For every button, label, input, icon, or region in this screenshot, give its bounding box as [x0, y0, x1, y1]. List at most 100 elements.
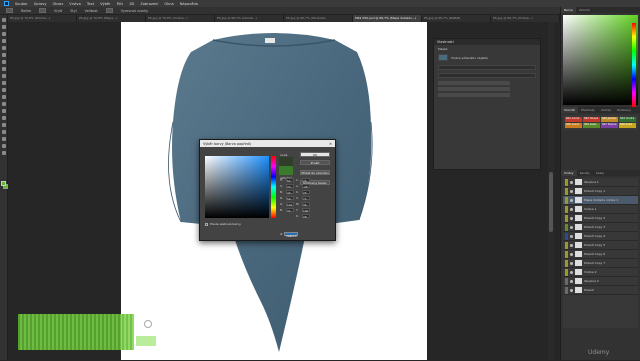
stamp-tool-icon[interactable] [2, 74, 6, 78]
swatch-item[interactable]: S06 zelen [583, 123, 600, 128]
marquee-tool-icon[interactable] [2, 25, 6, 29]
hue-slider[interactable] [632, 23, 636, 107]
ok-button[interactable]: OK [300, 152, 330, 157]
eyedropper-tool-icon[interactable] [2, 53, 6, 57]
menu-item-3d[interactable]: 3D [129, 2, 134, 6]
color-field-input[interactable]: 28 [302, 214, 310, 219]
eye-icon[interactable] [570, 180, 573, 184]
tab-swatches[interactable]: Vzorník [576, 7, 593, 13]
tab-document-1[interactable]: PS Jpg @ 70,8% (Poloha...) [8, 15, 77, 22]
color-field-input[interactable]: 32 [286, 208, 294, 213]
tab-color[interactable]: Barva [561, 7, 576, 13]
history-brush-tool-icon[interactable] [2, 81, 6, 85]
eye-icon[interactable] [570, 207, 573, 211]
zoom-tool-icon[interactable] [2, 151, 6, 155]
swatch-item[interactable]: S05 oranž [565, 123, 582, 128]
hex-input[interactable]: 3a6620 [284, 232, 298, 238]
tab-document-5[interactable]: PS Jpg @ 66,7% (Obrázek) [284, 15, 353, 22]
tab-patterns[interactable]: Vzorky [598, 107, 614, 113]
tab-document-8[interactable]: PS Jpg @ 66,7% (Vrstva...) [491, 15, 560, 22]
menu-item-vyber[interactable]: Výběr [100, 2, 110, 6]
option-opacity[interactable]: Krytí [54, 9, 62, 13]
tab-document-active[interactable]: MK1 050.psd @ 66,7% (Mapa dokladu...) [353, 15, 422, 22]
color-field-input[interactable]: 26 [302, 178, 310, 183]
path-selection-tool-icon[interactable] [2, 130, 6, 134]
swatch-item[interactable]: S03 jemná [601, 117, 618, 122]
layer-row[interactable]: Pozadí Copy 1 [563, 187, 638, 196]
layer-row[interactable]: Vrstva 1 [563, 205, 638, 214]
layer-row[interactable]: Pozadí Copy 2 [563, 214, 638, 223]
web-colors-checkbox[interactable] [205, 222, 208, 226]
layer-row[interactable]: Mapa dokladu vrstva 1 [563, 196, 638, 205]
option-sample-checkbox[interactable] [105, 8, 113, 13]
eye-icon[interactable] [570, 261, 573, 265]
layer-row[interactable]: Pozadí Copy 6 [563, 250, 638, 259]
color-field-input[interactable]: 102 [286, 202, 294, 207]
color-field-input[interactable]: 52 [286, 178, 294, 183]
menu-item-zobrazeni[interactable]: Zobrazení [140, 2, 158, 6]
layer-row[interactable]: Skupina 2 [563, 277, 638, 286]
menu-item-napoveda[interactable]: Nápověda [180, 2, 198, 6]
menu-item-obraz[interactable]: Obraz [53, 2, 64, 6]
eraser-tool-icon[interactable] [2, 88, 6, 92]
hand-tool-icon[interactable] [2, 144, 6, 148]
eye-icon[interactable] [570, 243, 573, 247]
cancel-button[interactable]: Zrušit [300, 160, 330, 165]
blur-tool-icon[interactable] [2, 102, 6, 106]
tab-swatch-library[interactable]: Vzorník [561, 107, 579, 113]
dialog-close-icon[interactable]: ✕ [329, 142, 332, 146]
layer-row[interactable]: Pozadí Copy 5 [563, 241, 638, 250]
eye-icon[interactable] [570, 216, 573, 220]
swatch-item[interactable]: S04 modrá [619, 117, 636, 122]
dialog-hue-slider[interactable] [271, 156, 276, 218]
option-mode-select[interactable] [39, 8, 47, 13]
layer-row[interactable]: Skupina 1 [563, 178, 638, 187]
layer-row[interactable]: Pozadí Copy 7 [563, 259, 638, 268]
menu-item-upravy[interactable]: Úpravy [34, 2, 47, 6]
option-mode[interactable]: Režim [21, 9, 31, 13]
color-field-input[interactable]: 70 [286, 184, 294, 189]
layer-row[interactable]: Pozadí Copy 4 [563, 232, 638, 241]
color-field-input[interactable]: 100 [302, 208, 310, 213]
eye-icon[interactable] [570, 252, 573, 256]
layer-row[interactable]: Pozadí [563, 286, 638, 295]
layer-row[interactable]: Pozadí Copy 3 [563, 223, 638, 232]
properties-row-1[interactable] [438, 65, 536, 70]
tab-document-2[interactable]: PS Jpg @ 70,8% (Mapa...) [77, 15, 146, 22]
magic-wand-tool-icon[interactable] [2, 39, 6, 43]
color-field-input[interactable]: 40 [286, 190, 294, 195]
tab-libraries[interactable]: Knihovny [614, 107, 634, 113]
layer-row[interactable]: Vrstva 2 [563, 268, 638, 277]
scrollbar-thumb[interactable] [549, 172, 553, 232]
eye-icon[interactable] [570, 189, 573, 193]
tab-document-7[interactable]: PS Jpg @ 66,7% (RGB/8) [422, 15, 491, 22]
swatch-item[interactable]: S08 žlutá [619, 123, 636, 128]
option-align-samples[interactable]: Vyrovnat vzorky [121, 9, 148, 13]
menu-item-vrstva[interactable]: Vrstva [69, 2, 81, 6]
web-colors-option[interactable]: Pouze webové barvy [205, 222, 241, 226]
swatch-item[interactable]: S01 černá [565, 117, 582, 122]
properties-slider-2[interactable] [438, 87, 510, 91]
color-field-input[interactable]: 25 [302, 190, 310, 195]
tab-paths[interactable]: Cesty [593, 170, 607, 176]
shape-tool-icon[interactable] [2, 137, 6, 141]
crop-tool-icon[interactable] [2, 46, 6, 50]
dodge-tool-icon[interactable] [2, 109, 6, 113]
menu-item-text[interactable]: Text [87, 2, 94, 6]
menu-item-okna[interactable]: Okna [164, 2, 173, 6]
option-style[interactable]: Styl [70, 9, 76, 13]
gradient-tool-icon[interactable] [2, 95, 6, 99]
brush-preset-icon[interactable] [6, 8, 13, 13]
healing-tool-icon[interactable] [2, 60, 6, 64]
tab-document-4[interactable]: PS Jpg @ 66,7% (Vzorek...) [215, 15, 284, 22]
properties-row-2[interactable] [438, 73, 536, 78]
tab-layers[interactable]: Vrstvy [561, 170, 577, 176]
eye-icon[interactable] [570, 225, 573, 229]
eye-icon[interactable] [570, 270, 573, 274]
color-field-input[interactable]: 58 [286, 196, 294, 201]
brush-tool-icon[interactable] [2, 67, 6, 71]
tab-gradients[interactable]: Přechody [578, 107, 598, 113]
color-field-input[interactable]: -28 [302, 184, 310, 189]
eye-icon[interactable] [570, 198, 573, 202]
swatch-item[interactable]: S02 tmavá [583, 117, 600, 122]
